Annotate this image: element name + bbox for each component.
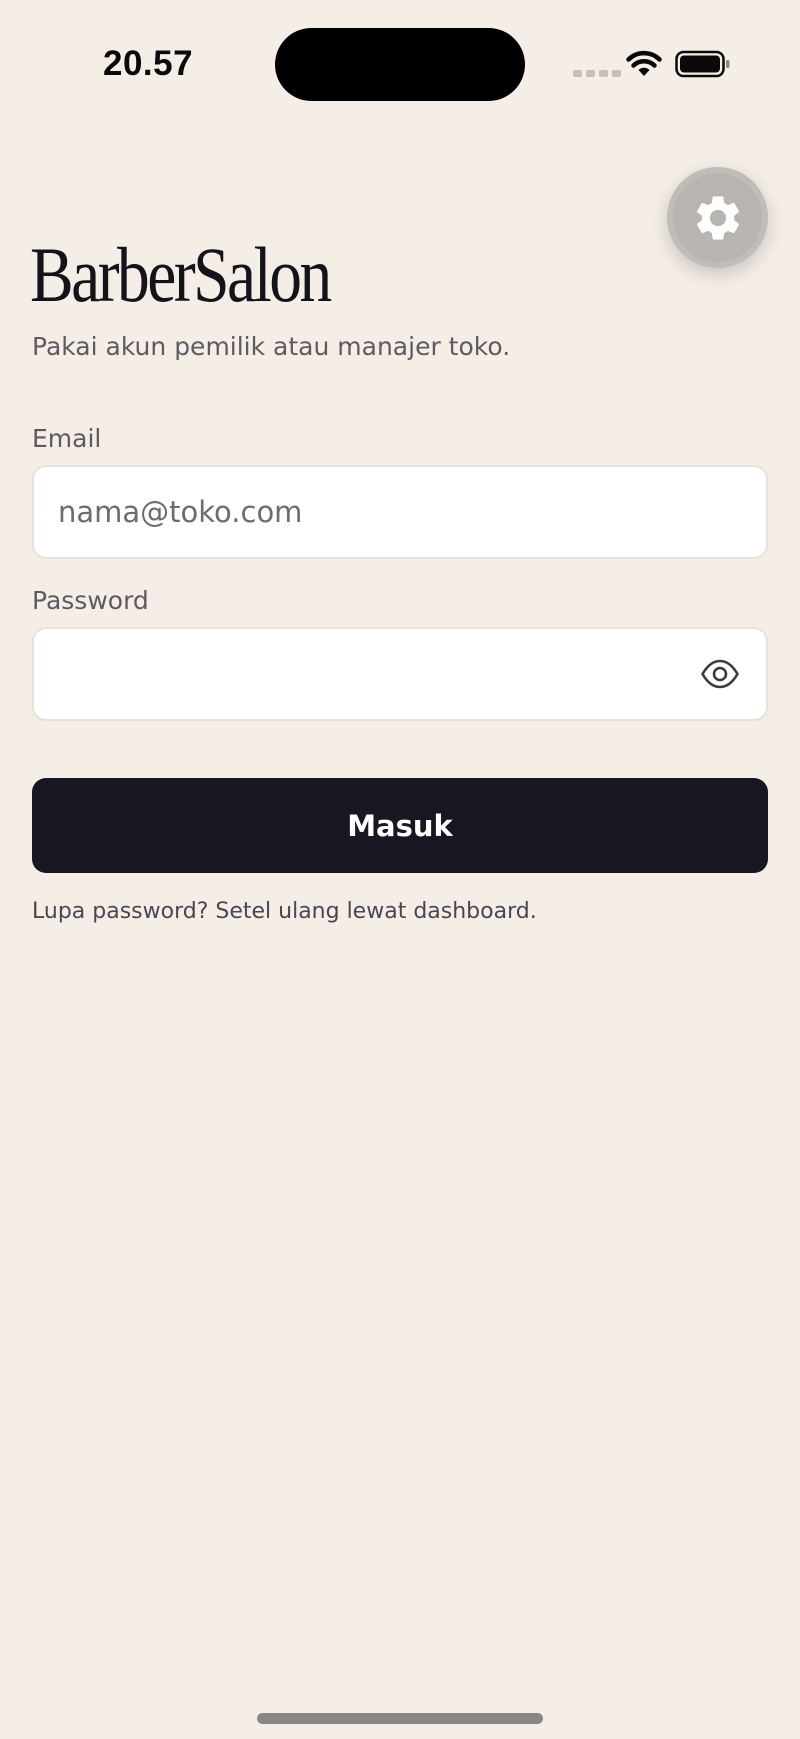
app-title: BarberSalon [30, 231, 332, 318]
email-placeholder: nama@toko.com [58, 495, 303, 529]
eye-icon[interactable] [700, 656, 740, 692]
email-field[interactable]: nama@toko.com [32, 465, 768, 559]
cellular-signal-icon [573, 70, 621, 77]
status-time: 20.57 [103, 44, 194, 83]
forgot-password-text: Lupa password? Setel ulang lewat dashboa… [32, 899, 537, 924]
gear-icon [696, 195, 739, 240]
login-subtitle: Pakai akun pemilik atau manajer toko. [32, 332, 511, 361]
battery-icon [675, 50, 730, 78]
settings-button[interactable] [667, 167, 768, 268]
home-indicator[interactable] [257, 1713, 543, 1724]
login-button[interactable]: Masuk [32, 778, 768, 873]
email-label: Email [32, 424, 102, 453]
dynamic-island [275, 28, 525, 101]
login-screen: 20.57 BarberSalon Pakai akun pemilik ata… [0, 0, 800, 1739]
wifi-icon [626, 50, 662, 76]
password-field[interactable] [32, 627, 768, 721]
password-label: Password [32, 586, 149, 615]
